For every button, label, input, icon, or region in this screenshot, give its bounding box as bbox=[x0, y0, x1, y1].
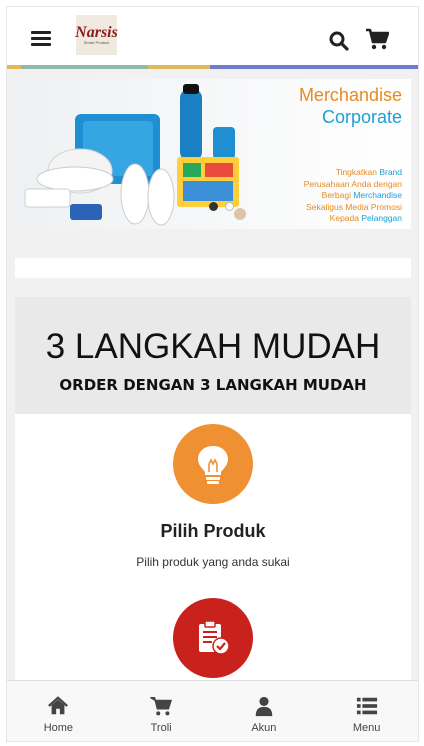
steps-list: Pilih Produk Pilih produk yang anda suka… bbox=[15, 414, 411, 694]
carousel-dot-1[interactable] bbox=[209, 202, 218, 211]
bottom-navigation: Home Troli Akun Menu bbox=[7, 680, 418, 741]
nav-troli-label: Troli bbox=[150, 722, 172, 734]
top-header: Narsis Smart Product bbox=[7, 7, 418, 65]
cart-icon bbox=[150, 697, 172, 716]
nav-troli[interactable]: Troli bbox=[110, 681, 213, 741]
home-icon bbox=[48, 696, 69, 715]
app-frame: Narsis Smart Product Merchandise Corpora… bbox=[6, 6, 419, 742]
steps-subheading: ORDER DENGAN 3 LANGKAH MUDAH bbox=[59, 376, 367, 394]
nav-akun-label: Akun bbox=[251, 722, 277, 734]
lightbulb-icon bbox=[173, 424, 253, 504]
header-color-stripe bbox=[7, 65, 418, 69]
logo-subtext: Smart Product bbox=[83, 39, 110, 45]
nav-home[interactable]: Home bbox=[7, 681, 110, 741]
hero-banner[interactable]: Merchandise Corporate Tingkatkan Brand P… bbox=[15, 79, 411, 229]
search-icon[interactable] bbox=[329, 31, 349, 51]
banner-tagline: Tingkatkan Brand Perusahaan Anda dengan … bbox=[303, 167, 402, 223]
logo-text: Narsis bbox=[75, 23, 118, 41]
nav-akun[interactable]: Akun bbox=[213, 681, 316, 741]
banner-title-line1: Merchandise bbox=[298, 85, 402, 105]
hamburger-menu-icon[interactable] bbox=[31, 31, 51, 46]
nav-home-label: Home bbox=[43, 722, 74, 734]
carousel-dot-2[interactable] bbox=[225, 202, 234, 211]
list-icon bbox=[356, 697, 377, 715]
carousel-dots bbox=[209, 202, 234, 211]
nav-menu-label: Menu bbox=[352, 722, 381, 734]
step-1-description: Pilih produk yang anda sukai bbox=[136, 555, 290, 569]
clipboard-check-icon bbox=[173, 598, 253, 678]
steps-heading: 3 LANGKAH MUDAH bbox=[45, 327, 381, 366]
site-logo[interactable]: Narsis Smart Product bbox=[75, 15, 118, 55]
nav-menu[interactable]: Menu bbox=[315, 681, 418, 741]
empty-content-strip bbox=[15, 258, 411, 278]
user-icon bbox=[255, 696, 273, 717]
steps-header: 3 LANGKAH MUDAH ORDER DENGAN 3 LANGKAH M… bbox=[15, 297, 411, 414]
step-1-title: Pilih Produk bbox=[160, 521, 266, 541]
banner-title-line2: Corporate bbox=[321, 107, 402, 127]
cart-icon[interactable] bbox=[365, 28, 389, 50]
